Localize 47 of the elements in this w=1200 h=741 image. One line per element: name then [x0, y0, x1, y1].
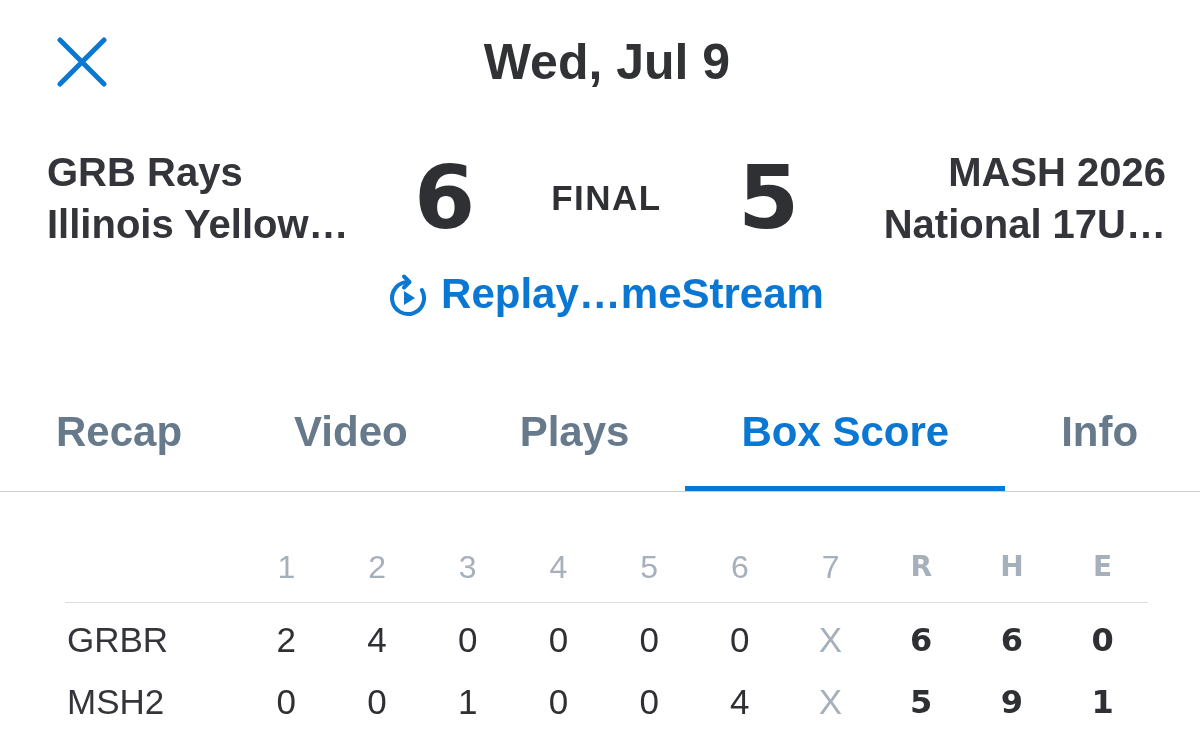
- game-status: FINAL: [551, 178, 662, 218]
- column-header: H: [1000, 549, 1024, 585]
- score-cell-text: 1: [1091, 682, 1114, 723]
- score-cell-text: 0: [639, 681, 659, 723]
- tab[interactable]: Video: [238, 384, 464, 491]
- score-cell-text: 0: [1091, 620, 1114, 661]
- team-name: MASH 2026 National 17U…: [883, 149, 1166, 248]
- close-button[interactable]: [57, 37, 107, 87]
- tab[interactable]: Info: [1005, 384, 1195, 491]
- score-cell-text: 0: [548, 619, 569, 661]
- replay-icon: [388, 271, 429, 317]
- score-cell-text: 0: [548, 681, 569, 723]
- score-cell-text: 0: [730, 619, 750, 661]
- team-score: 5: [737, 148, 800, 248]
- score-cell-text: 4: [367, 619, 387, 661]
- team-score: 6: [413, 148, 476, 248]
- column-header: 7: [821, 548, 840, 587]
- score-cell-text: 0: [367, 681, 387, 723]
- score-cell-text: 0: [276, 681, 297, 723]
- score-cell-text: 5: [910, 682, 933, 723]
- column-header: 5: [640, 548, 659, 587]
- column-header: 3: [458, 548, 477, 587]
- score-cell-text: 2: [276, 619, 297, 661]
- score-cell-text: 1: [458, 681, 478, 723]
- score-cell-text: 6: [1000, 620, 1024, 661]
- column-header: E: [1093, 549, 1113, 585]
- column-header: 1: [277, 548, 296, 587]
- score-cell-text: 4: [730, 681, 750, 723]
- replay-link[interactable]: Replay…meStream: [388, 271, 824, 317]
- column-header: 6: [730, 548, 749, 587]
- score-cell-text: 0: [639, 619, 659, 661]
- team-abbreviation: MSH2: [66, 681, 165, 723]
- column-header: 4: [549, 548, 568, 587]
- column-header: 2: [368, 548, 386, 587]
- team-abbreviation: GRBR: [66, 619, 169, 661]
- close-icon: [57, 37, 107, 87]
- game-date-title: Wed, Jul 9: [482, 37, 731, 87]
- score-cell-text: 6: [910, 620, 933, 661]
- score-cell-text: 9: [1000, 682, 1024, 723]
- score-cell-text: X: [818, 681, 843, 723]
- score-cell-text: X: [818, 619, 843, 661]
- tab[interactable]: Plays: [463, 384, 686, 491]
- tab[interactable]: Recap: [0, 384, 239, 491]
- team-name: GRB Rays Illinois Yellow…: [47, 149, 349, 248]
- column-header: R: [910, 549, 932, 585]
- score-cell-text: 0: [458, 619, 478, 661]
- tab[interactable]: Box Score: [685, 384, 1006, 491]
